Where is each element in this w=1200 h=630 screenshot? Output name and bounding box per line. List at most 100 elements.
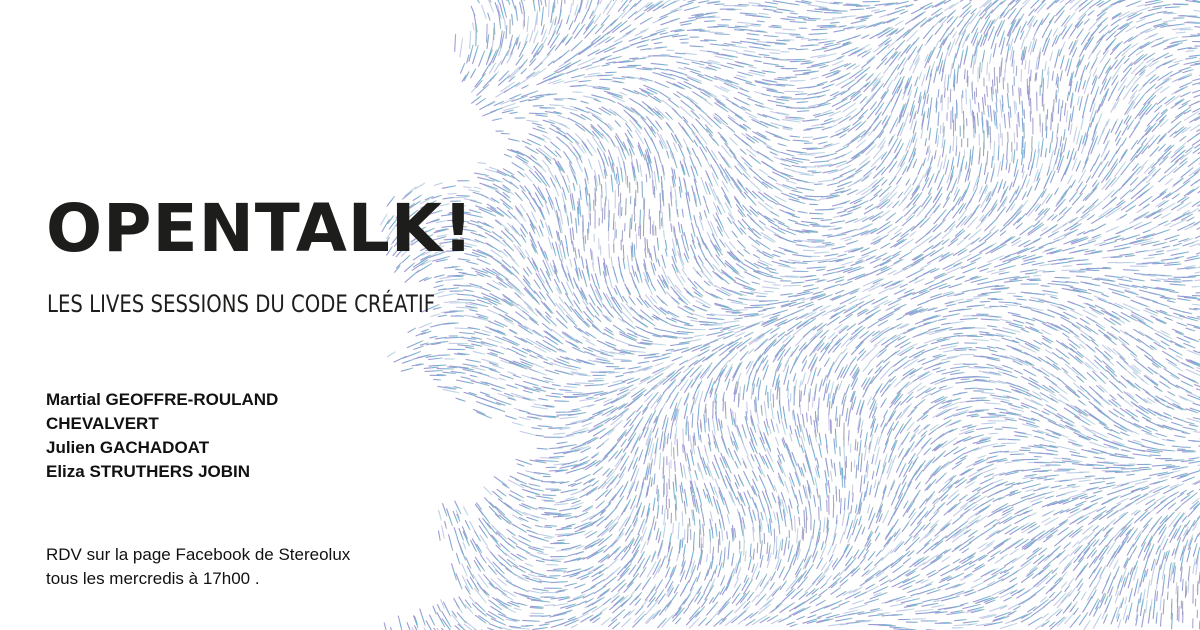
art-stroke [898, 75, 905, 88]
art-stroke [812, 448, 817, 461]
art-stroke [611, 608, 626, 622]
art-stroke [859, 620, 871, 623]
art-stroke [612, 621, 621, 630]
art-stroke [637, 39, 650, 44]
art-stroke [700, 504, 704, 515]
art-stroke [925, 65, 931, 81]
art-stroke [808, 434, 814, 451]
art-stroke [859, 400, 865, 416]
art-stroke [688, 517, 691, 527]
art-stroke [849, 114, 858, 121]
art-stroke [727, 125, 736, 133]
art-stroke [796, 527, 799, 544]
art-stroke [933, 149, 937, 160]
art-stroke [697, 307, 708, 312]
art-stroke [799, 380, 802, 389]
art-stroke [935, 453, 944, 462]
art-stroke [882, 509, 890, 524]
art-stroke [785, 180, 797, 185]
art-stroke [929, 97, 933, 114]
art-stroke [640, 116, 653, 132]
art-stroke [937, 221, 944, 228]
art-stroke [656, 132, 667, 150]
art-stroke [880, 579, 891, 586]
art-stroke [604, 506, 618, 521]
art-stroke [791, 157, 810, 161]
art-stroke [772, 309, 789, 316]
art-stroke [661, 504, 664, 515]
art-stroke [777, 143, 787, 147]
art-stroke [650, 37, 661, 41]
art-stroke [721, 145, 732, 159]
art-stroke [702, 524, 705, 536]
art-stroke [818, 379, 823, 392]
art-stroke [603, 47, 616, 53]
art-stroke [800, 444, 804, 454]
art-stroke [682, 138, 692, 155]
art-stroke [733, 156, 747, 171]
art-stroke [763, 56, 779, 60]
art-stroke [852, 492, 854, 503]
art-stroke [854, 439, 857, 451]
art-stroke [612, 379, 623, 384]
art-stroke [789, 135, 801, 138]
art-stroke [891, 349, 901, 357]
art-stroke [912, 158, 918, 169]
art-stroke [628, 296, 636, 306]
art-stroke [869, 484, 873, 496]
art-stroke [611, 10, 626, 25]
art-stroke [629, 0, 633, 3]
art-stroke [853, 549, 860, 559]
art-stroke [643, 384, 658, 397]
art-stroke [687, 191, 691, 202]
art-stroke [926, 93, 930, 105]
art-stroke [856, 223, 873, 231]
art-stroke [841, 347, 848, 355]
art-stroke [749, 543, 752, 558]
art-stroke [871, 453, 875, 465]
art-stroke [679, 76, 689, 82]
art-stroke [681, 348, 692, 353]
art-stroke [909, 230, 917, 237]
art-stroke [669, 55, 683, 59]
art-stroke [789, 356, 798, 374]
art-stroke [867, 551, 876, 561]
art-stroke [800, 220, 818, 224]
art-stroke [784, 481, 790, 494]
art-stroke [927, 173, 935, 188]
art-stroke [657, 151, 662, 163]
art-stroke [762, 44, 772, 47]
art-stroke [820, 541, 825, 551]
art-stroke [789, 80, 806, 82]
art-stroke [936, 419, 952, 429]
art-stroke [731, 583, 742, 598]
art-stroke [680, 275, 686, 283]
art-stroke [710, 570, 716, 582]
art-stroke [877, 612, 890, 615]
art-stroke [902, 202, 911, 211]
art-stroke [804, 581, 816, 593]
art-stroke [690, 70, 704, 77]
art-stroke [743, 540, 745, 556]
art-stroke [772, 541, 776, 555]
art-stroke [743, 191, 757, 206]
art-stroke [686, 523, 689, 544]
art-stroke [826, 365, 833, 382]
art-stroke [671, 356, 683, 362]
art-stroke [865, 6, 876, 9]
art-stroke [807, 17, 822, 20]
art-stroke [619, 484, 628, 498]
art-stroke [739, 148, 747, 155]
art-stroke [684, 324, 694, 327]
art-stroke [817, 397, 820, 410]
art-stroke [706, 601, 719, 616]
art-stroke [895, 411, 902, 421]
art-stroke [787, 387, 790, 399]
art-stroke [834, 227, 843, 230]
art-stroke [934, 24, 944, 35]
art-stroke [668, 478, 671, 490]
art-stroke [824, 469, 828, 486]
art-stroke [849, 91, 861, 101]
art-stroke [695, 187, 702, 206]
art-stroke [792, 372, 797, 382]
